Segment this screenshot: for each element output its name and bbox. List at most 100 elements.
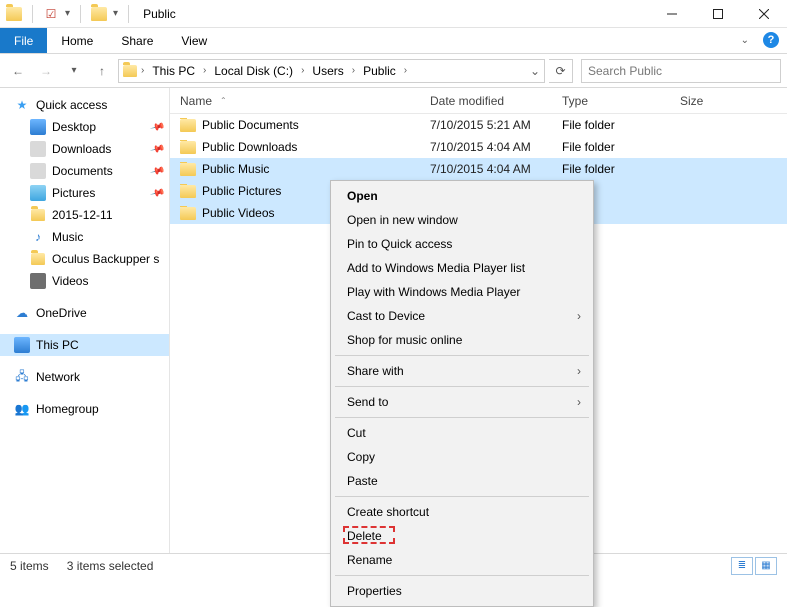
cm-cast[interactable]: Cast to Device› <box>333 304 591 328</box>
cell-date: 7/10/2015 4:04 AM <box>430 162 562 176</box>
sidebar-quick-access[interactable]: ★Quick access <box>0 94 169 116</box>
table-row[interactable]: Public Music7/10/2015 4:04 AMFile folder <box>170 158 787 180</box>
cm-add-wmp[interactable]: Add to Windows Media Player list <box>333 256 591 280</box>
column-type[interactable]: Type <box>562 94 680 108</box>
cm-open[interactable]: Open <box>333 184 591 208</box>
checkbox-icon[interactable]: ☑ <box>43 6 59 22</box>
breadcrumb[interactable]: This PC <box>148 64 199 78</box>
thumbnails-view-button[interactable]: ▦ <box>755 557 777 575</box>
separator <box>335 355 589 356</box>
sidebar-item[interactable]: Oculus Backupper s <box>0 248 169 270</box>
drive-icon <box>30 163 46 179</box>
sidebar-item-label: Pictures <box>52 186 95 200</box>
sidebar: ★Quick access Desktop📌Downloads📌Document… <box>0 88 170 553</box>
sidebar-item-label: Music <box>52 230 83 244</box>
status-count: 5 items <box>10 559 49 573</box>
nav-recent-button[interactable]: ▾ <box>62 59 86 83</box>
cell-date: 7/10/2015 5:21 AM <box>430 118 562 132</box>
chevron-right-icon[interactable]: › <box>299 65 306 76</box>
breadcrumb[interactable]: Local Disk (C:) <box>210 64 297 78</box>
tab-share[interactable]: Share <box>107 28 167 53</box>
sidebar-item[interactable]: ♪Music <box>0 226 169 248</box>
separator <box>80 5 81 23</box>
chevron-right-icon[interactable]: › <box>402 65 409 76</box>
breadcrumb[interactable]: Users <box>308 64 347 78</box>
minimize-button[interactable] <box>649 0 695 28</box>
sidebar-homegroup[interactable]: 👥 Homegroup <box>0 398 169 420</box>
cm-delete[interactable]: Delete <box>333 524 591 548</box>
address-bar[interactable]: › This PC › Local Disk (C:) › Users › Pu… <box>118 59 545 83</box>
sidebar-item[interactable]: Pictures📌 <box>0 182 169 204</box>
titlebar: ☑ ▾ ▾ Public <box>0 0 787 28</box>
cell-name: Public Documents <box>180 118 430 132</box>
cm-pin[interactable]: Pin to Quick access <box>333 232 591 256</box>
cm-copy[interactable]: Copy <box>333 445 591 469</box>
cm-properties[interactable]: Properties <box>333 579 591 603</box>
chevron-right-icon[interactable]: › <box>350 65 357 76</box>
column-headers: Name⌃ Date modified Type Size <box>170 88 787 114</box>
folder-icon <box>180 119 196 132</box>
sidebar-item[interactable]: 2015-12-11 <box>0 204 169 226</box>
nav-back-button[interactable]: ← <box>6 59 30 83</box>
sidebar-onedrive[interactable]: ☁OneDrive <box>0 302 169 324</box>
sidebar-this-pc[interactable]: This PC <box>0 334 169 356</box>
cm-shortcut[interactable]: Create shortcut <box>333 500 591 524</box>
cell-type: File folder <box>562 140 680 154</box>
sidebar-item[interactable]: Desktop📌 <box>0 116 169 138</box>
cm-rename[interactable]: Rename <box>333 548 591 572</box>
search-input[interactable]: Search Public <box>581 59 781 83</box>
navbar: ← → ▾ ↑ › This PC › Local Disk (C:) › Us… <box>0 54 787 88</box>
folder-icon <box>91 7 107 21</box>
breadcrumb[interactable]: Public <box>359 64 400 78</box>
cm-share[interactable]: Share with› <box>333 359 591 383</box>
chevron-right-icon[interactable]: › <box>201 65 208 76</box>
refresh-button[interactable]: ⟳ <box>549 59 573 83</box>
cell-type: File folder <box>562 118 680 132</box>
pic-icon <box>30 185 46 201</box>
cm-paste[interactable]: Paste <box>333 469 591 493</box>
details-view-button[interactable]: ≣ <box>731 557 753 575</box>
sidebar-item[interactable]: Documents 📌 <box>0 160 169 182</box>
qat-dropdown-icon[interactable]: ▾ <box>113 8 118 19</box>
separator <box>32 5 33 23</box>
close-button[interactable] <box>741 0 787 28</box>
maximize-button[interactable] <box>695 0 741 28</box>
tab-home[interactable]: Home <box>47 28 107 53</box>
table-row[interactable]: Public Documents7/10/2015 5:21 AMFile fo… <box>170 114 787 136</box>
qat-dropdown-icon[interactable]: ▾ <box>65 8 70 19</box>
sidebar-item-label: Homegroup <box>36 402 99 416</box>
folder-icon <box>30 207 46 223</box>
cm-open-new[interactable]: Open in new window <box>333 208 591 232</box>
sidebar-item-label: Downloads <box>52 142 111 156</box>
tab-view[interactable]: View <box>167 28 221 53</box>
nav-up-button[interactable]: ↑ <box>90 59 114 83</box>
sidebar-item-label: Documents <box>52 164 113 178</box>
cm-play-wmp[interactable]: Play with Windows Media Player <box>333 280 591 304</box>
separator <box>335 575 589 576</box>
folder-icon <box>123 65 137 77</box>
ribbon-expand-icon[interactable]: ⌄ <box>741 35 749 46</box>
sidebar-network[interactable]: 🖧Network <box>0 366 169 388</box>
sidebar-item[interactable]: Downloads 📌 <box>0 138 169 160</box>
column-size[interactable]: Size <box>680 94 760 108</box>
address-dropdown-icon[interactable]: ⌄ <box>530 64 540 78</box>
cm-shop[interactable]: Shop for music online <box>333 328 591 352</box>
homegroup-icon: 👥 <box>14 401 30 417</box>
tab-file[interactable]: File <box>0 28 47 53</box>
column-date[interactable]: Date modified <box>430 94 562 108</box>
pin-icon: 📌 <box>149 119 165 135</box>
sidebar-item[interactable]: Videos <box>0 270 169 292</box>
table-row[interactable]: Public Downloads7/10/2015 4:04 AMFile fo… <box>170 136 787 158</box>
nav-forward-button[interactable]: → <box>34 59 58 83</box>
column-name[interactable]: Name⌃ <box>180 94 430 108</box>
chevron-right-icon[interactable]: › <box>139 65 146 76</box>
mon-icon <box>30 119 46 135</box>
cm-sendto[interactable]: Send to› <box>333 390 591 414</box>
pin-icon: 📌 <box>149 141 165 157</box>
network-icon: 🖧 <box>14 369 30 385</box>
cloud-icon: ☁ <box>14 305 30 321</box>
cm-cut[interactable]: Cut <box>333 421 591 445</box>
help-icon[interactable]: ? <box>763 32 779 48</box>
pin-icon: 📌 <box>149 163 165 179</box>
cell-type: File folder <box>562 162 680 176</box>
